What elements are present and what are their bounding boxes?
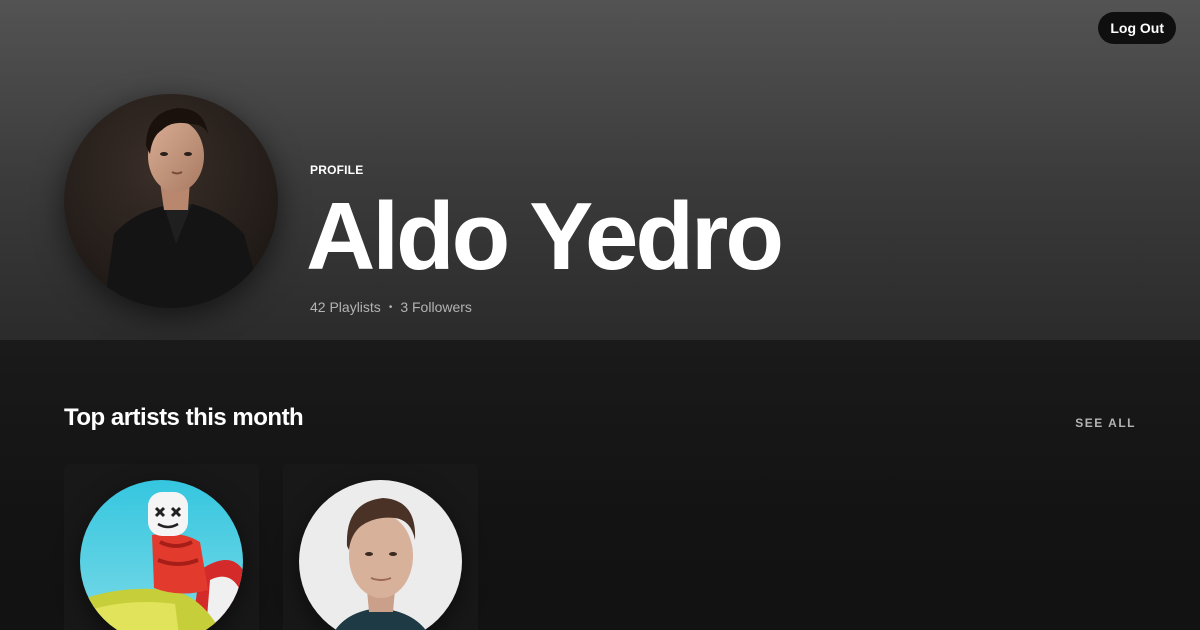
stats-separator: • [388,301,393,313]
profile-header: Log Out PROFILE Aldo Yedro 42 Playlists … [0,0,1200,340]
profile-type-label: PROFILE [310,163,364,177]
profile-info: PROFILE Aldo Yedro 42 Playlists • 3 Foll… [306,163,784,315]
followers-count[interactable]: 3 Followers [400,299,472,315]
section-title: Top artists this month [64,404,304,431]
artist-card[interactable] [64,464,259,630]
artist-marshmello-photo [80,480,243,630]
top-artists-section: Top artists this month SEE ALL [0,340,1200,630]
playlists-count[interactable]: 42 Playlists [310,299,381,315]
artist-card[interactable] [283,464,478,630]
profile-photo [64,94,278,308]
artist-martin-garrix-photo [299,480,462,630]
profile-stats: 42 Playlists • 3 Followers [310,299,781,315]
artist-image [80,480,243,630]
see-all-link[interactable]: SEE ALL [1075,416,1136,430]
logout-button[interactable]: Log Out [1098,12,1176,44]
artist-image [299,480,462,630]
profile-name: Aldo Yedro [306,183,784,290]
profile-avatar [64,94,278,308]
